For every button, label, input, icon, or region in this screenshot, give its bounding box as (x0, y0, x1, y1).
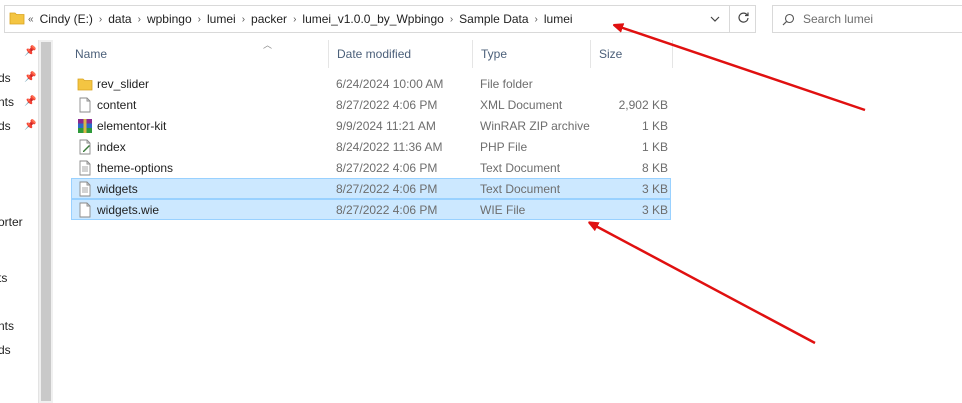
breadcrumb-item[interactable]: packer (248, 12, 290, 26)
file-date: 6/24/2024 10:00 AM (336, 77, 444, 91)
file-date: 8/27/2022 4:06 PM (336, 182, 438, 196)
chevron-right-icon[interactable]: › (532, 14, 541, 25)
breadcrumb-item[interactable]: Sample Data (456, 12, 531, 26)
nav-scrollbar[interactable] (38, 40, 53, 403)
pin-icon[interactable]: 📌 (24, 46, 36, 57)
breadcrumb-item[interactable]: Cindy (E:) (37, 12, 96, 26)
folder-icon (77, 76, 93, 92)
file-type: Text Document (480, 161, 561, 175)
file-name: rev_slider (97, 77, 150, 91)
search-input[interactable]: Search lumei (803, 12, 873, 26)
address-dropdown-button[interactable] (703, 5, 727, 33)
file-type: XML Document (480, 98, 563, 112)
refresh-button[interactable] (729, 5, 756, 33)
pin-icon[interactable]: 📌 (24, 72, 36, 83)
blank-file-icon (77, 202, 93, 218)
nav-item[interactable]: ds (0, 119, 11, 133)
file-size: 1 KB (641, 119, 668, 133)
navigation-pane: ds 📌 nts 📌 ds 📌 📌 orter ts nts ds (0, 40, 38, 403)
file-row[interactable]: widgets.wie 8/27/2022 4:06 PM WIE File 3… (71, 199, 671, 220)
chevron-right-icon[interactable]: › (96, 14, 105, 25)
pin-icon[interactable]: 📌 (24, 120, 36, 131)
search-box[interactable]: Search lumei (772, 5, 962, 33)
nav-item[interactable]: ts (0, 271, 7, 285)
text-file-icon (77, 160, 93, 176)
nav-item[interactable]: nts (0, 95, 14, 109)
file-name: theme-options (97, 161, 174, 175)
refresh-icon (737, 11, 750, 27)
file-name: elementor-kit (97, 119, 167, 133)
file-row[interactable]: elementor-kit 9/9/2024 11:21 AM WinRAR Z… (71, 115, 671, 136)
breadcrumb-item[interactable]: lumei (204, 12, 239, 26)
annotation-arrow (592, 224, 816, 345)
file-name: index (97, 140, 126, 154)
chevron-right-icon[interactable]: › (290, 14, 299, 25)
breadcrumb-overflow[interactable]: « (25, 14, 37, 25)
nav-item[interactable]: ds (0, 343, 11, 357)
file-date: 8/24/2022 11:36 AM (336, 140, 443, 154)
nav-item[interactable]: ds (0, 71, 11, 85)
file-date: 8/27/2022 4:06 PM (336, 98, 438, 112)
breadcrumb-item[interactable]: wpbingo (144, 12, 195, 26)
chevron-right-icon[interactable]: › (195, 14, 204, 25)
file-date: 8/27/2022 4:06 PM (336, 161, 438, 175)
file-name: content (97, 98, 137, 112)
column-header-date[interactable]: Date modified (329, 40, 473, 68)
nav-item[interactable]: orter (0, 215, 23, 229)
file-list: rev_slider 6/24/2024 10:00 AM File folde… (71, 73, 671, 220)
nav-item[interactable]: nts (0, 319, 14, 333)
php-file-icon (77, 139, 93, 155)
column-header-size[interactable]: Size (591, 40, 673, 68)
text-file-icon (77, 181, 93, 197)
scrollbar-thumb[interactable] (41, 42, 51, 401)
column-header-type[interactable]: Type (473, 40, 591, 68)
file-date: 9/9/2024 11:21 AM (336, 119, 436, 133)
folder-icon (9, 11, 25, 28)
breadcrumb-item[interactable]: data (105, 12, 134, 26)
column-header-name[interactable]: Name (67, 40, 329, 68)
chevron-down-icon (710, 14, 720, 25)
pin-icon[interactable]: 📌 (24, 96, 36, 107)
xml-file-icon (77, 97, 93, 113)
breadcrumb-item[interactable]: lumei_v1.0.0_by_Wpbingo (299, 12, 446, 26)
file-type: File folder (480, 77, 533, 91)
chevron-right-icon[interactable]: › (135, 14, 144, 25)
file-name: widgets.wie (97, 203, 160, 217)
breadcrumb-item[interactable]: lumei (541, 12, 576, 26)
chevron-right-icon[interactable]: › (447, 14, 456, 25)
search-icon (773, 13, 803, 26)
file-size: 8 KB (641, 161, 668, 175)
file-row[interactable]: widgets 8/27/2022 4:06 PM Text Document … (71, 178, 671, 199)
address-bar[interactable]: « Cindy (E:) › data › wpbingo › lumei › … (4, 5, 756, 33)
file-type: WinRAR ZIP archive (480, 119, 590, 133)
file-type: WIE File (480, 203, 526, 217)
chevron-right-icon[interactable]: › (239, 14, 248, 25)
file-date: 8/27/2022 4:06 PM (336, 203, 438, 217)
file-type: PHP File (480, 140, 528, 154)
file-size: 3 KB (641, 182, 668, 196)
file-row[interactable]: theme-options 8/27/2022 4:06 PM Text Doc… (71, 157, 671, 178)
file-size: 2,902 KB (618, 98, 668, 112)
file-type: Text Document (480, 182, 561, 196)
file-row[interactable]: content 8/27/2022 4:06 PM XML Document 2… (71, 94, 671, 115)
file-row[interactable]: index 8/24/2022 11:36 AM PHP File 1 KB (71, 136, 671, 157)
breadcrumb: « Cindy (E:) › data › wpbingo › lumei › … (25, 12, 755, 26)
file-name: widgets (97, 182, 138, 196)
winrar-archive-icon (77, 118, 93, 134)
file-size: 1 KB (641, 140, 668, 154)
file-row[interactable]: rev_slider 6/24/2024 10:00 AM File folde… (71, 73, 671, 94)
file-size: 3 KB (641, 203, 668, 217)
column-headers: ︿ Name Date modified Type Size (67, 40, 677, 68)
